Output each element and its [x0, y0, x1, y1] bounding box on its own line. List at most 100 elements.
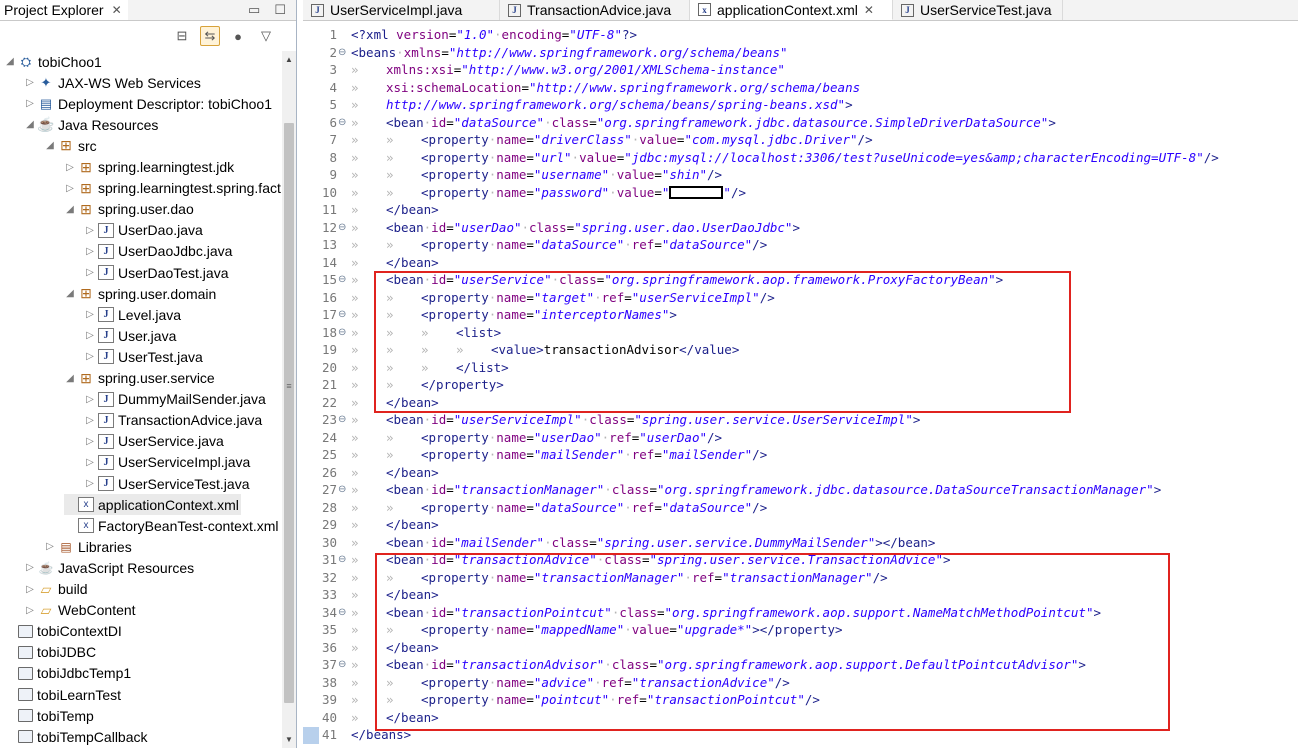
tree-item[interactable]: ▷ J UserDao.java	[84, 220, 203, 241]
tree-item[interactable]: ▷ ▤ Libraries	[44, 536, 132, 557]
fold-collapse-icon[interactable]: ⊖	[338, 411, 346, 429]
close-icon[interactable]: ✕	[112, 3, 122, 17]
collapsed-twisty-icon[interactable]: ▷	[84, 436, 96, 447]
code-line[interactable]: » <bean·id="transactionManager"·class="or…	[351, 481, 1161, 499]
focus-icon[interactable]: ●	[228, 26, 248, 46]
collapsed-twisty-icon[interactable]: ▷	[84, 267, 96, 278]
collapsed-twisty-icon[interactable]: ▷	[84, 351, 96, 362]
code-line[interactable]: » </bean>	[351, 516, 439, 534]
tree-item[interactable]: ◢ ⊞ src	[44, 135, 97, 156]
tree-item[interactable]: ▷ ✦ JAX-WS Web Services	[24, 72, 201, 93]
code-line[interactable]: » http://www.springframework.org/schema/b…	[351, 96, 853, 114]
tree-item[interactable]: ◢ ⛭ tobiChoo1	[4, 51, 102, 72]
tree-item[interactable]: ◢ ⊞ spring.user.service	[64, 368, 215, 389]
tree-item[interactable]: ▷ ⊞ spring.learningtest.jdk	[64, 157, 234, 178]
tree-item[interactable]: tobiJDBC	[4, 642, 96, 663]
collapsed-twisty-icon[interactable]: ▷	[84, 415, 96, 426]
tree-item[interactable]: ▷ ☕ JavaScript Resources	[24, 557, 194, 578]
scroll-up-arrow-icon[interactable]: ▲	[282, 55, 296, 64]
tree-item[interactable]: ▷ J DummyMailSender.java	[84, 389, 266, 410]
tree-item[interactable]: ▷ J UserServiceTest.java	[84, 473, 249, 494]
tree-item[interactable]: x applicationContext.xml	[64, 494, 241, 516]
tree-item[interactable]: tobiTemp	[4, 705, 94, 726]
view-menu-icon[interactable]: ▽	[256, 26, 276, 46]
tree-item[interactable]: ◢ ☕ Java Resources	[24, 114, 158, 135]
tree-item[interactable]: tobiContextDI	[4, 621, 122, 642]
code-line[interactable]: »» <property·name="dataSource"·ref="dataS…	[351, 499, 767, 517]
tree-item[interactable]: ▷ J UserTest.java	[84, 346, 203, 367]
collapsed-twisty-icon[interactable]: ▷	[24, 77, 36, 88]
tree-item[interactable]: ▷ J Level.java	[84, 304, 181, 325]
fold-collapse-icon[interactable]: ⊖	[338, 656, 346, 674]
scroll-down-arrow-icon[interactable]: ▼	[282, 735, 296, 744]
code-line[interactable]: <?xml version="1.0"·encoding="UTF-8"?>	[351, 26, 637, 44]
link-with-editor-icon[interactable]: ⇆	[200, 26, 220, 46]
editor-tab[interactable]: J UserServiceTest.java	[893, 0, 1063, 20]
collapsed-twisty-icon[interactable]: ▷	[84, 457, 96, 468]
code-line[interactable]: » </bean>	[351, 201, 439, 219]
collapsed-twisty-icon[interactable]: ▷	[84, 225, 96, 236]
code-line[interactable]: » <bean·id="mailSender"·class="spring.use…	[351, 534, 935, 552]
tree-item[interactable]: ▷ J UserService.java	[84, 431, 224, 452]
close-icon[interactable]: ✕	[864, 3, 874, 17]
expanded-twisty-icon[interactable]: ◢	[44, 140, 56, 151]
code-line[interactable]: »» <property·name="driverClass"·value="co…	[351, 131, 873, 149]
tree-item[interactable]: ◢ ⊞ spring.user.dao	[64, 199, 194, 220]
editor-tab[interactable]: J UserServiceImpl.java	[303, 0, 500, 20]
tree-item[interactable]: ▷ J UserServiceImpl.java	[84, 452, 250, 473]
fold-collapse-icon[interactable]: ⊖	[338, 481, 346, 499]
editor-tab[interactable]: x applicationContext.xml ✕	[690, 0, 893, 20]
code-line[interactable]: »» <property·name="dataSource"·ref="dataS…	[351, 236, 767, 254]
code-line[interactable]: » xsi:schemaLocation="http://www.springfr…	[351, 79, 860, 97]
expanded-twisty-icon[interactable]: ◢	[24, 119, 36, 130]
collapsed-twisty-icon[interactable]: ▷	[84, 330, 96, 341]
code-line[interactable]: » </bean>	[351, 464, 439, 482]
code-line[interactable]: »» <property·name="username"·value="shin"…	[351, 166, 722, 184]
tree-item[interactable]: tobiLearnTest	[4, 684, 121, 705]
tree-item[interactable]: ▷ ▤ Deployment Descriptor: tobiChoo1	[24, 93, 272, 114]
expanded-twisty-icon[interactable]: ◢	[64, 373, 76, 384]
code-line[interactable]: »» <property·name="url"·value="jdbc:mysql…	[351, 149, 1219, 167]
fold-collapse-icon[interactable]: ⊖	[338, 324, 346, 342]
collapse-all-icon[interactable]: ⊟	[172, 26, 192, 46]
tree-item[interactable]: ▷ J UserDaoTest.java	[84, 262, 228, 283]
tree-item[interactable]: ▷ ⊞ spring.learningtest.spring.fact	[64, 178, 281, 199]
expanded-twisty-icon[interactable]: ◢	[64, 204, 76, 215]
tree-item[interactable]: ▷ ▱ build	[24, 579, 87, 600]
code-line[interactable]: » </bean>	[351, 254, 439, 272]
editor-tab[interactable]: J TransactionAdvice.java	[500, 0, 690, 20]
tree-item[interactable]: x FactoryBeanTest-context.xml	[64, 515, 279, 536]
tree-scrollbar[interactable]: ▲ ≡ ▼	[282, 51, 296, 748]
collapsed-twisty-icon[interactable]: ▷	[64, 162, 76, 173]
collapsed-twisty-icon[interactable]: ▷	[24, 605, 36, 616]
code-line[interactable]: » <bean·id="dataSource"·class="org.spring…	[351, 114, 1056, 132]
collapsed-twisty-icon[interactable]: ▷	[24, 98, 36, 109]
fold-collapse-icon[interactable]: ⊖	[338, 306, 346, 324]
tree-item[interactable]: tobiJdbcTemp1	[4, 663, 131, 684]
project-explorer-tab[interactable]: Project Explorer ✕	[0, 0, 128, 20]
collapsed-twisty-icon[interactable]: ▷	[64, 183, 76, 194]
code-line[interactable]: »» <property·name="mailSender"·ref="mailS…	[351, 446, 767, 464]
tree-item[interactable]: tobiTempCallback	[4, 726, 148, 747]
tree-item[interactable]: ▷ J User.java	[84, 325, 176, 346]
code-line[interactable]: <beans·xmlns="http://www.springframework…	[351, 44, 788, 62]
tree-item[interactable]: ▷ ▱ WebContent	[24, 600, 135, 621]
collapsed-twisty-icon[interactable]: ▷	[24, 584, 36, 595]
minimize-icon[interactable]: ▭	[248, 2, 260, 18]
collapsed-twisty-icon[interactable]: ▷	[24, 562, 36, 573]
collapsed-twisty-icon[interactable]: ▷	[84, 309, 96, 320]
tree-item[interactable]: ▷ J TransactionAdvice.java	[84, 410, 262, 431]
scrollbar-thumb[interactable]	[284, 123, 294, 703]
collapsed-twisty-icon[interactable]: ▷	[84, 246, 96, 257]
fold-collapse-icon[interactable]: ⊖	[338, 551, 346, 569]
code-line[interactable]: » xmlns:xsi="http://www.w3.org/2001/XMLSc…	[351, 61, 785, 79]
expanded-twisty-icon[interactable]: ◢	[4, 56, 16, 67]
collapsed-twisty-icon[interactable]: ▷	[84, 478, 96, 489]
code-line[interactable]: »» <property·name="userDao"·ref="userDao"…	[351, 429, 722, 447]
fold-collapse-icon[interactable]: ⊖	[338, 114, 346, 132]
maximize-icon[interactable]: ☐	[274, 2, 286, 18]
fold-collapse-icon[interactable]: ⊖	[338, 271, 346, 289]
collapsed-twisty-icon[interactable]: ▷	[44, 541, 56, 552]
fold-collapse-icon[interactable]: ⊖	[338, 219, 346, 237]
fold-collapse-icon[interactable]: ⊖	[338, 604, 346, 622]
